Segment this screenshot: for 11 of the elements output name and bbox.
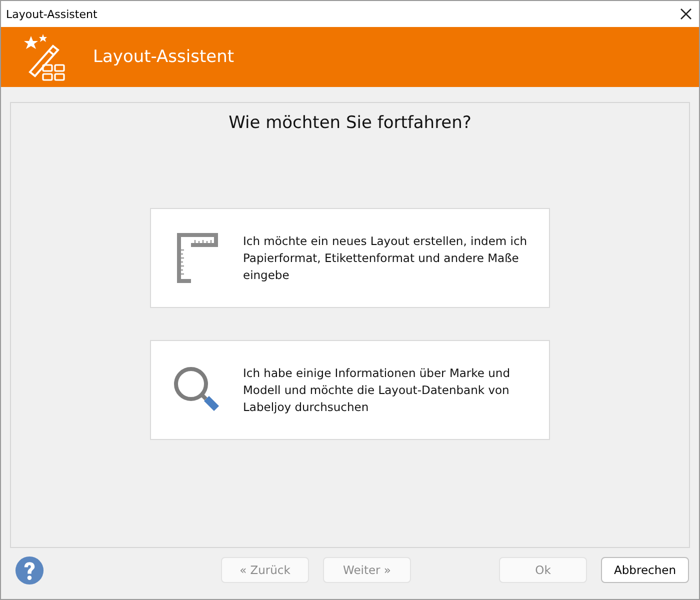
- cancel-button[interactable]: Abbrechen: [601, 557, 689, 583]
- header-title: Layout-Assistent: [93, 47, 234, 67]
- option-card[interactable]: Ich habe einige Informationen über Marke und Modell und möchte die Layout-Datenbank von Labeljoy durchsuchen: [150, 340, 550, 440]
- window-title: Layout-Assistent: [6, 8, 98, 20]
- option-text: Ich habe einige Informationen über Marke und Modell und möchte die Layout-Datenbank von Labeljoy durchsuchen: [243, 364, 511, 416]
- close-icon[interactable]: [679, 7, 693, 21]
- option-text: Ich möchte ein neues Layout erstellen, indem ich Papierformat, Etikettenformat und andere Maße eingebe: [243, 232, 528, 284]
- help-icon[interactable]: [15, 554, 44, 586]
- option-card[interactable]: Ich möchte ein neues Layout erstellen, indem ich Papierformat, Etikettenformat und andere Maße eingebe: [150, 208, 550, 308]
- question-heading: Wie möchten Sie fortfahren?: [228, 113, 472, 133]
- magic-wand-icon: [23, 32, 67, 82]
